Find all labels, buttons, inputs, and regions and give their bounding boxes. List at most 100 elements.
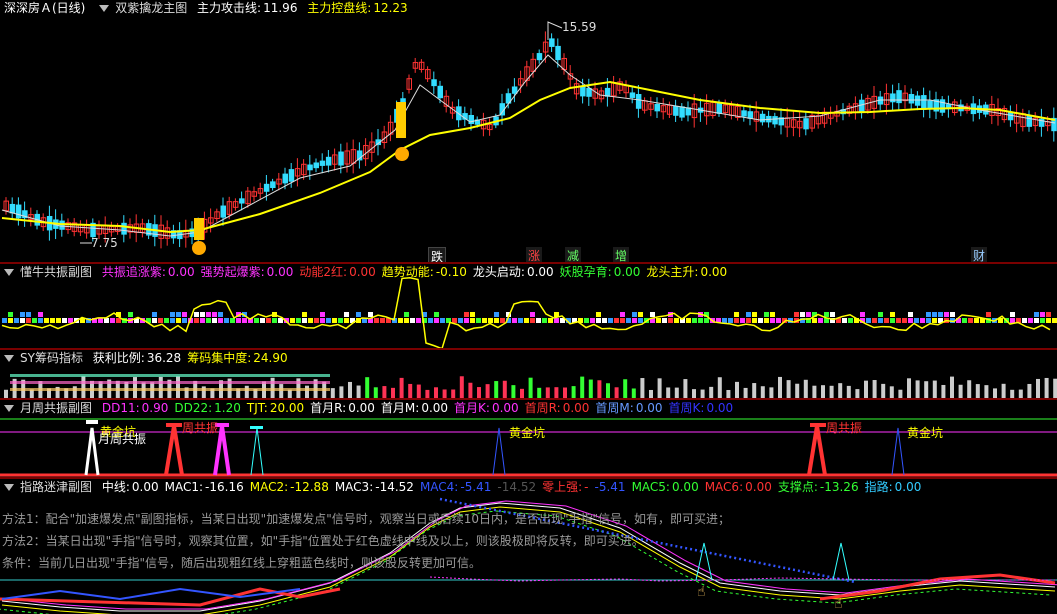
event-marker-zeng[interactable]: 增 <box>613 247 630 262</box>
signal-square <box>194 312 199 317</box>
chip-bar <box>838 383 843 398</box>
month-week-title[interactable]: 月周共振副图 <box>20 401 92 415</box>
chip-bar <box>477 387 481 398</box>
signal-square <box>182 312 187 317</box>
chip-bar <box>864 380 868 398</box>
event-marker-jian[interactable]: 减 <box>565 247 582 262</box>
signal-square <box>176 312 181 317</box>
dropdown-triangle-icon[interactable] <box>4 405 14 412</box>
p1-label-1: 强势起爆紫: <box>200 265 265 279</box>
p4-value-5: -14.52 <box>497 480 537 494</box>
signal-square <box>410 318 415 323</box>
signal-square <box>158 318 163 323</box>
signal-square <box>44 318 49 323</box>
chip-bar <box>614 387 619 398</box>
signal-square <box>38 318 43 323</box>
chip-bar <box>657 378 662 398</box>
zhilu-panel[interactable]: 指路迷津副图 中线: 0.00 MAC1: -16.16 MAC2: -12.88 MAC3… <box>0 479 1057 614</box>
event-marker-cai[interactable]: 财 <box>971 247 988 262</box>
signal-square <box>590 318 595 323</box>
chip-bar <box>984 385 989 398</box>
signal-square <box>272 318 277 323</box>
dropdown-triangle-icon[interactable] <box>4 355 14 362</box>
chip-bar <box>416 384 421 398</box>
signal-square <box>722 318 727 323</box>
chip-bar <box>279 384 284 398</box>
candle-body <box>15 204 22 219</box>
signal-square <box>314 318 319 323</box>
signal-square <box>68 318 73 323</box>
dongniu-resonance-panel[interactable]: 懂牛共振副图 共振追涨紫: 0.00 强势起爆紫: 0.00 动能2红: 0.00 趋势动能… <box>0 264 1057 348</box>
signal-square <box>608 318 613 323</box>
signal-square <box>212 312 217 317</box>
dropdown-triangle-icon[interactable] <box>4 269 14 276</box>
signal-square <box>8 312 13 317</box>
p4-label-3: MAC3: <box>334 480 374 494</box>
p1-value-4: 0.00 <box>526 265 554 279</box>
p1-label-0: 共振追涨紫: <box>101 265 166 279</box>
chip-bar <box>133 377 137 398</box>
signal-square <box>668 318 673 323</box>
candle-body <box>803 118 809 130</box>
signal-square <box>1028 318 1033 323</box>
chip-bar <box>941 384 946 398</box>
chip-band <box>10 374 330 377</box>
signal-square <box>128 312 133 317</box>
candle-body <box>747 111 753 119</box>
chip-indicator-panel[interactable]: SY筹码指标 获利比例: 36.28 筹码集中度: 24.90 <box>0 350 1057 398</box>
signal-dot <box>395 147 409 161</box>
p1-value-5: 0.00 <box>613 265 641 279</box>
candle-body <box>1026 115 1032 127</box>
candle-body <box>307 164 313 171</box>
chip-bar <box>786 380 791 398</box>
chip-bar <box>502 380 507 398</box>
signal-square <box>926 312 931 317</box>
event-marker-zhang[interactable]: 涨 <box>526 247 543 262</box>
event-marker-die[interactable]: 跌 <box>428 247 447 262</box>
p4-label-0: 中线: <box>101 480 130 494</box>
signal-square <box>950 312 955 317</box>
chip-bar <box>924 381 929 398</box>
p4-label-1: MAC1: <box>164 480 204 494</box>
main-indicator-name[interactable]: 双紫擒龙主图 <box>115 1 187 15</box>
chip-bar <box>898 389 903 398</box>
dongniu-title[interactable]: 懂牛共振副图 <box>20 265 92 279</box>
chip-bar <box>485 384 490 398</box>
stock-name[interactable]: 深深房Ａ(日线) <box>4 1 85 15</box>
signal-square <box>1040 312 1045 317</box>
candle-body <box>890 93 896 103</box>
chip-bar <box>907 378 911 398</box>
chip-bar <box>846 385 851 398</box>
chip-bar <box>339 386 344 398</box>
main-chart-panel[interactable]: 深深房Ａ(日线) 双紫擒龙主图 主力攻击线: 11.96 主力控盘线: 12.23 … <box>0 0 1057 262</box>
dropdown-triangle-icon[interactable] <box>4 484 14 491</box>
chip-bar <box>81 376 86 398</box>
method-2-text: 方法2：当某日出现"手指"信号时，观察其位置，如"手指"位置处于红色虚线中线及以… <box>2 534 644 548</box>
candle-body <box>270 181 276 189</box>
signal-square <box>398 318 403 323</box>
candlestick-chart[interactable] <box>0 0 1057 262</box>
chip-bar <box>915 380 920 398</box>
month-week-panel[interactable]: 月周共振副图 DD11: 0.90 DD22: 1.20 TJT: 20.00 首月R: 0.… <box>0 400 1057 477</box>
candle-body <box>338 151 344 166</box>
chip-title[interactable]: SY筹码指标 <box>20 351 83 365</box>
zhilu-title[interactable]: 指路迷津副图 <box>20 480 92 494</box>
p3-value-6: 0.00 <box>562 401 590 415</box>
signal-square <box>56 318 61 323</box>
signal-square <box>860 312 865 317</box>
p3-label-0: DD11: <box>101 401 140 415</box>
p4-value-2: -12.88 <box>290 480 329 494</box>
signal-square <box>428 318 433 323</box>
signal-square <box>1010 312 1015 317</box>
week-resonance-spike <box>807 425 827 476</box>
p4-value-11: 0.00 <box>894 480 922 494</box>
signal-bar <box>396 102 406 138</box>
p3-label-6: 首周R: <box>524 401 561 415</box>
dropdown-triangle-icon[interactable] <box>99 5 110 12</box>
p1-value-6: 0.00 <box>700 265 728 279</box>
chip-bar <box>511 385 516 398</box>
candle-body <box>759 113 766 123</box>
chip-bar <box>631 388 636 398</box>
cyan-spike <box>250 427 264 476</box>
signal-square <box>752 312 757 317</box>
